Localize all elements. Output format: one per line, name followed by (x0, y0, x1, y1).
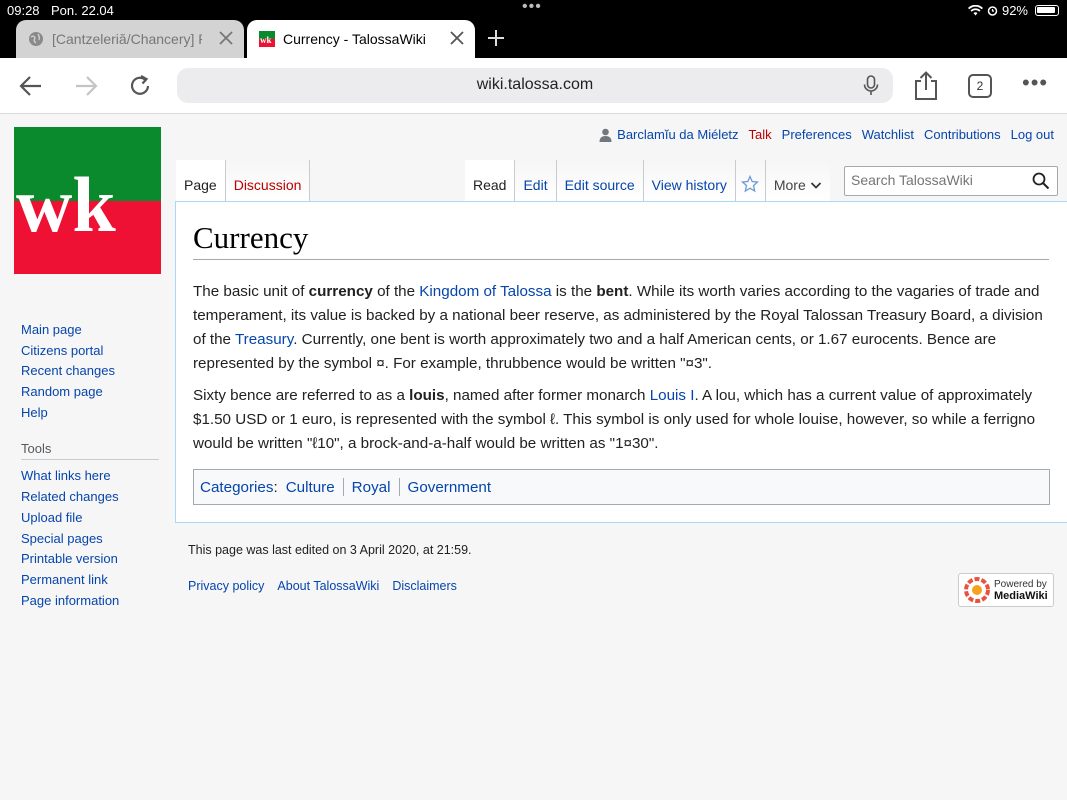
reload-icon[interactable] (127, 73, 153, 99)
sidebar-item-citizens-portal[interactable]: Citizens portal (21, 341, 159, 362)
tab-edit[interactable]: Edit (515, 160, 557, 201)
sidebar-tools-heading: Tools (21, 441, 159, 461)
tab-switcher-button[interactable]: 2 (968, 74, 992, 98)
sidebar: Main page Citizens portal Recent changes… (21, 320, 159, 611)
sidebar-item-help[interactable]: Help (21, 403, 159, 424)
article-paragraph: The basic unit of currency of the Kingdo… (193, 283, 1043, 372)
address-url: wiki.talossa.com (476, 76, 594, 93)
username-link[interactable]: Barclamĭu da Miéletz (617, 127, 738, 142)
browser-tab-strip: 09:28 Pon. 22.04 ••• 92% [Cantzeleriă/Ch… (0, 0, 1067, 58)
multitasking-dots-icon[interactable]: ••• (522, 0, 542, 16)
wiki-logo[interactable]: wk (14, 127, 161, 274)
sidebar-item-permanent-link[interactable]: Permanent link (21, 570, 159, 591)
sidebar-item-page-information[interactable]: Page information (21, 591, 159, 612)
address-bar[interactable]: wiki.talossa.com (177, 68, 893, 103)
talk-link[interactable]: Talk (749, 127, 772, 142)
more-menu-icon[interactable]: ••• (1022, 72, 1048, 94)
tab-title: Currency - TalossaWiki (283, 31, 426, 47)
more-label: More (773, 177, 806, 193)
sidebar-item-special-pages[interactable]: Special pages (21, 529, 159, 550)
category-separator (398, 478, 400, 496)
personal-tools: Barclamĭu da Miéletz Talk Preferences Wa… (599, 127, 1054, 142)
battery-percent: 92% (1001, 3, 1028, 18)
mediawiki-flower-icon (964, 577, 990, 603)
category-links: Categories: Culture Royal Government (193, 469, 1050, 505)
browser-tab-currency[interactable]: wk Currency - TalossaWiki (247, 20, 475, 58)
privacy-policy-link[interactable]: Privacy policy (188, 579, 264, 593)
status-bar: 09:28 Pon. 22.04 ••• 92% (0, 0, 1067, 20)
louis-i-link[interactable]: Louis I (650, 387, 695, 404)
preferences-link[interactable]: Preferences (782, 127, 852, 142)
kingdom-of-talossa-link[interactable]: Kingdom of Talossa (419, 283, 551, 300)
last-modified-text: This page was last edited on 3 April 202… (188, 543, 472, 557)
status-right-group: 92% (967, 3, 1059, 18)
about-link[interactable]: About TalossaWiki (277, 579, 379, 593)
disclaimers-link[interactable]: Disclaimers (392, 579, 457, 593)
back-arrow-icon[interactable] (18, 73, 44, 99)
category-royal-link[interactable]: Royal (352, 479, 391, 496)
sidebar-item-related-changes[interactable]: Related changes (21, 487, 159, 508)
mediawiki-label: MediaWiki (994, 589, 1048, 602)
wk-favicon-icon: wk (259, 31, 275, 47)
sidebar-item-random-page[interactable]: Random page (21, 382, 159, 403)
microphone-icon[interactable] (863, 75, 879, 96)
tab-page[interactable]: Page (176, 160, 226, 201)
browser-toolbar: wiki.talossa.com 2 ••• (0, 58, 1067, 114)
logout-link[interactable]: Log out (1011, 127, 1054, 142)
status-date: Pon. 22.04 (51, 3, 114, 18)
share-icon[interactable] (913, 71, 939, 101)
powered-by-label: Powered by (994, 578, 1047, 590)
tab-discussion[interactable]: Discussion (225, 160, 311, 201)
new-tab-plus-icon[interactable] (485, 27, 507, 49)
forward-arrow-icon[interactable] (73, 73, 99, 99)
battery-icon (1035, 5, 1059, 16)
more-dropdown[interactable]: More (765, 160, 830, 201)
article-content: Currency The basic unit of currency of t… (175, 201, 1067, 523)
sidebar-item-upload-file[interactable]: Upload file (21, 508, 159, 529)
svg-text:wk: wk (16, 161, 116, 248)
wifi-icon (967, 5, 983, 16)
view-tabs: Read Edit Edit source View history More (465, 160, 830, 201)
watchlist-link[interactable]: Watchlist (862, 127, 914, 142)
search-icon[interactable] (1032, 172, 1050, 190)
close-icon[interactable] (216, 28, 236, 48)
namespace-tabs: Page Discussion (176, 160, 311, 201)
watch-star-icon[interactable] (735, 160, 766, 201)
page-title: Currency (193, 220, 1049, 260)
sidebar-item-printable-version[interactable]: Printable version (21, 549, 159, 570)
wiki-page: wk Barclamĭu da Miéletz Talk Preferences… (0, 115, 1067, 800)
alarm-icon (987, 6, 998, 16)
category-government-link[interactable]: Government (408, 479, 492, 496)
user-icon (599, 128, 612, 142)
browser-tab-chancery[interactable]: [Cantzeleriă/Chancery] P (16, 20, 244, 58)
status-time: 09:28 (7, 3, 40, 18)
globe-icon (29, 32, 43, 46)
close-icon[interactable] (447, 28, 467, 48)
user-link[interactable]: Barclamĭu da Miéletz (599, 127, 739, 142)
article-paragraph: Sixty bence are referred to as a louis, … (193, 387, 1036, 452)
contributions-link[interactable]: Contributions (924, 127, 1001, 142)
powered-by-mediawiki-badge[interactable]: Powered by MediaWiki (958, 573, 1054, 607)
search-box (844, 166, 1058, 196)
sidebar-item-recent-changes[interactable]: Recent changes (21, 361, 159, 382)
chevron-down-icon (810, 182, 821, 189)
category-culture-link[interactable]: Culture (286, 479, 335, 496)
tab-view-history[interactable]: View history (643, 160, 736, 201)
tab-read[interactable]: Read (465, 160, 516, 201)
treasury-link[interactable]: Treasury (235, 331, 293, 348)
categories-link[interactable]: Categories (200, 479, 273, 496)
svg-text:wk: wk (260, 35, 272, 45)
sidebar-item-main-page[interactable]: Main page (21, 320, 159, 341)
footer: This page was last edited on 3 April 202… (188, 543, 472, 593)
sidebar-item-what-links-here[interactable]: What links here (21, 466, 159, 487)
search-input[interactable] (851, 172, 1031, 188)
tab-edit-source[interactable]: Edit source (556, 160, 644, 201)
footer-links: Privacy policy About TalossaWiki Disclai… (188, 579, 472, 593)
category-separator (342, 478, 344, 496)
tab-title: [Cantzeleriă/Chancery] P (52, 31, 202, 47)
